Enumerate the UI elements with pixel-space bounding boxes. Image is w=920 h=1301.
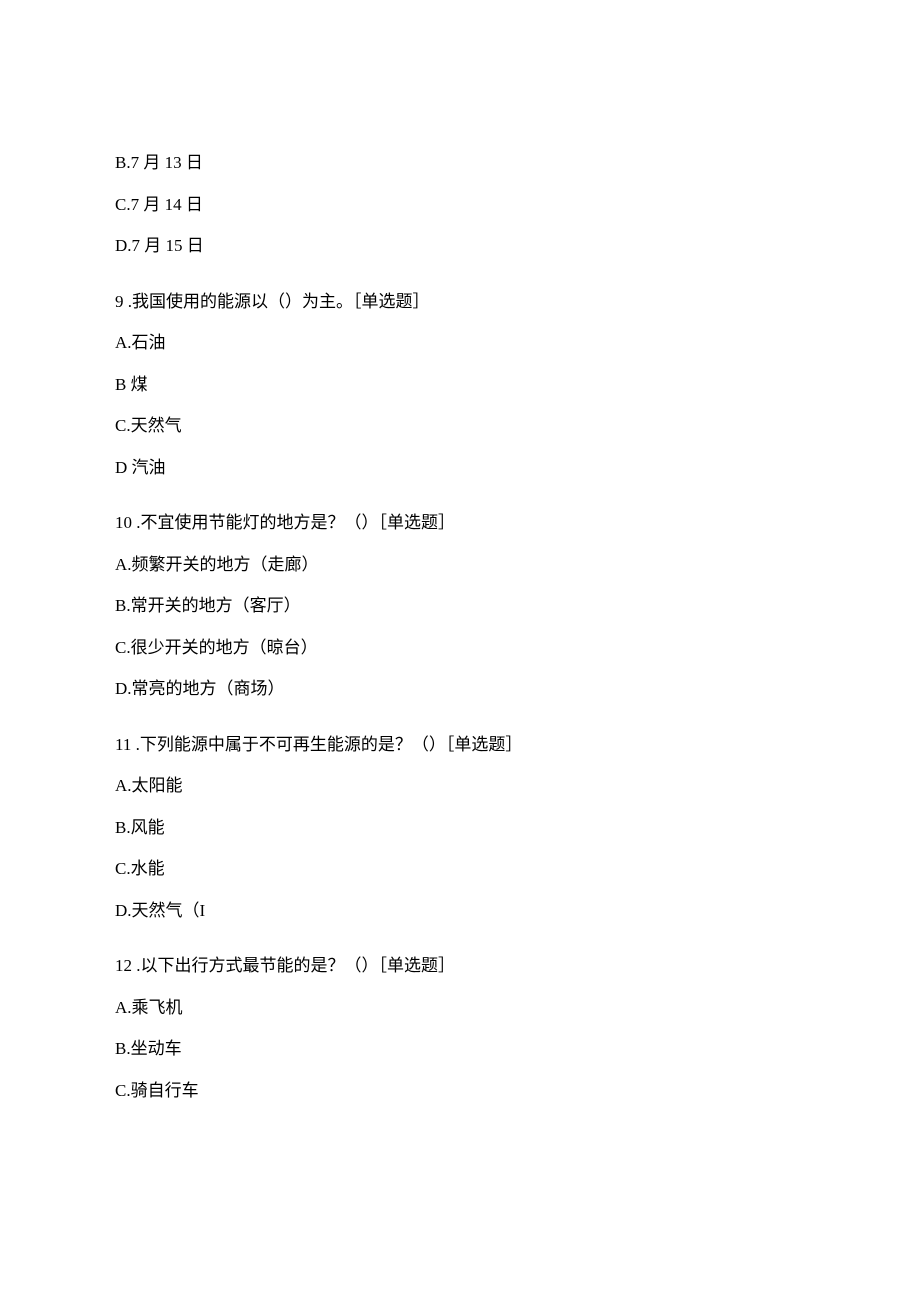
option-c: C.骑自行车 bbox=[115, 1078, 805, 1104]
option-a: A.乘飞机 bbox=[115, 995, 805, 1021]
question-number: 11 bbox=[115, 735, 131, 754]
option-b: B.7 月 13 日 bbox=[115, 150, 805, 176]
option-b: B.坐动车 bbox=[115, 1036, 805, 1062]
option-a: A.频繁开关的地方（走廊） bbox=[115, 552, 805, 578]
question-stem: .以下出行方式最节能的是？（）［单选题］ bbox=[132, 956, 455, 975]
option-d: D 汽油 bbox=[115, 455, 805, 481]
question-stem: .不宜使用节能灯的地方是？（）［单选题］ bbox=[132, 513, 455, 532]
question-stem: .下列能源中属于不可再生能源的是？（）［单选题］ bbox=[131, 735, 522, 754]
question-number: 12 bbox=[115, 956, 132, 975]
option-c: C.天然气 bbox=[115, 413, 805, 439]
option-d: D.7 月 15 日 bbox=[115, 233, 805, 259]
question-10: 10 .不宜使用节能灯的地方是？（）［单选题］ A.频繁开关的地方（走廊） B.… bbox=[115, 510, 805, 702]
option-a: A.太阳能 bbox=[115, 773, 805, 799]
question-stem: .我国使用的能源以（）为主。［单选题］ bbox=[124, 292, 430, 311]
option-b: B.常开关的地方（客厅） bbox=[115, 593, 805, 619]
option-d: D.天然气（I bbox=[115, 898, 805, 924]
question-11: 11 .下列能源中属于不可再生能源的是？（）［单选题］ A.太阳能 B.风能 C… bbox=[115, 732, 805, 924]
option-b: B.风能 bbox=[115, 815, 805, 841]
question-text: 12 .以下出行方式最节能的是？（）［单选题］ bbox=[115, 953, 805, 979]
option-c: C.水能 bbox=[115, 856, 805, 882]
option-a: A.石油 bbox=[115, 330, 805, 356]
question-text: 9 .我国使用的能源以（）为主。［单选题］ bbox=[115, 289, 805, 315]
question-number: 10 bbox=[115, 513, 132, 532]
option-d: D.常亮的地方（商场） bbox=[115, 676, 805, 702]
question-text: 10 .不宜使用节能灯的地方是？（）［单选题］ bbox=[115, 510, 805, 536]
question-number: 9 bbox=[115, 292, 124, 311]
question-partial: B.7 月 13 日 C.7 月 14 日 D.7 月 15 日 bbox=[115, 150, 805, 259]
question-9: 9 .我国使用的能源以（）为主。［单选题］ A.石油 B 煤 C.天然气 D 汽… bbox=[115, 289, 805, 481]
option-b: B 煤 bbox=[115, 372, 805, 398]
question-12: 12 .以下出行方式最节能的是？（）［单选题］ A.乘飞机 B.坐动车 C.骑自… bbox=[115, 953, 805, 1103]
option-c: C.7 月 14 日 bbox=[115, 192, 805, 218]
option-c: C.很少开关的地方（晾台） bbox=[115, 635, 805, 661]
question-text: 11 .下列能源中属于不可再生能源的是？（）［单选题］ bbox=[115, 732, 805, 758]
